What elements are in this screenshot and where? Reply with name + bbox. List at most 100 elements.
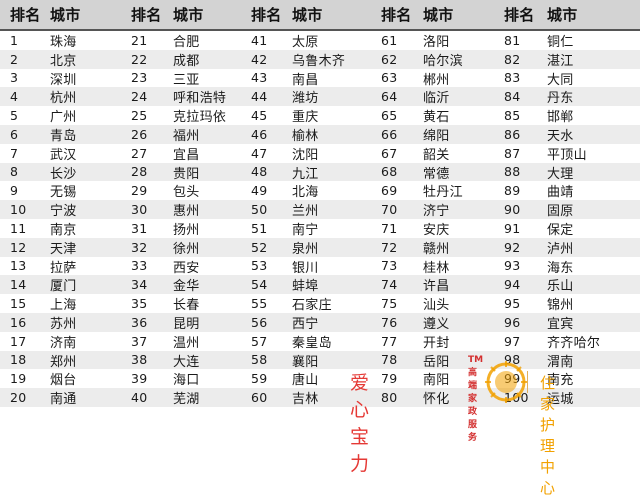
table-row: 7 武汉 27 宜昌 47 沈阳 67 韶关 87 平顶山 (0, 144, 640, 163)
city-cell: 苏州 (50, 316, 77, 332)
header-city-5: 城市 (547, 6, 578, 24)
rank-cell: 31 (131, 220, 148, 236)
rank-cell: 10 (10, 202, 27, 218)
table-row: 12 天津 32 徐州 52 泉州 72 赣州 92 泸州 (0, 237, 640, 257)
city-cell: 常德 (423, 166, 450, 182)
rank-cell: 39 (131, 371, 148, 387)
rank-cell: 77 (381, 333, 398, 349)
rank-cell: 43 (251, 70, 268, 86)
rank-cell: 76 (381, 314, 398, 330)
city-cell: 沈阳 (292, 147, 319, 163)
city-cell: 海东 (547, 260, 574, 276)
ranking-table: 排名 城市 排名 城市 排名 城市 排名 城市 排名 城市 1 珠海 21 合肥 41 太原 61 洛阳 81 铜仁… (0, 0, 640, 408)
header-city-2: 城市 (173, 6, 204, 24)
city-cell: 郴州 (423, 72, 450, 88)
city-cell: 济宁 (423, 204, 450, 220)
table-row: 5 广州 25 克拉玛依 45 重庆 65 黄石 85 邯郸 (0, 106, 640, 125)
city-cell: 榆林 (292, 128, 319, 144)
city-cell: 绵阳 (423, 128, 450, 144)
city-cell: 牡丹江 (423, 185, 463, 201)
city-cell: 惠州 (173, 204, 200, 220)
rank-cell: 51 (251, 220, 268, 236)
city-cell: 无锡 (50, 185, 77, 201)
city-cell: 青岛 (50, 128, 77, 144)
city-cell: 南宁 (292, 222, 319, 238)
city-cell: 开封 (423, 335, 450, 351)
rank-cell: 40 (131, 390, 148, 406)
city-cell: 西宁 (292, 316, 319, 332)
table-row: 4 杭州 24 呼和浩特 44 潍坊 64 临沂 84 丹东 (0, 87, 640, 106)
rank-cell: 45 (251, 108, 268, 124)
rank-cell: 17 (10, 333, 27, 349)
city-cell: 南阳 (423, 373, 450, 389)
rank-cell: 97 (504, 333, 521, 349)
rank-cell: 74 (381, 277, 398, 293)
rank-cell: 26 (131, 126, 148, 142)
city-cell: 南京 (50, 222, 77, 238)
rank-cell: 62 (381, 51, 398, 67)
city-cell: 蚌埠 (292, 279, 319, 295)
rank-cell: 9 (10, 183, 19, 199)
rank-cell: 90 (504, 202, 521, 218)
rank-cell: 15 (10, 296, 27, 312)
city-cell: 秦皇岛 (292, 335, 332, 351)
rank-cell: 75 (381, 296, 398, 312)
city-cell: 扬州 (173, 222, 200, 238)
rank-cell: 24 (131, 89, 148, 105)
city-cell: 遵义 (423, 316, 450, 332)
city-cell: 克拉玛依 (173, 110, 227, 126)
rank-cell: 2 (10, 51, 19, 67)
city-cell: 长沙 (50, 166, 77, 182)
rank-cell: 37 (131, 333, 148, 349)
city-cell: 湛江 (547, 53, 574, 69)
rank-cell: 4 (10, 89, 19, 105)
rank-cell: 34 (131, 277, 148, 293)
city-cell: 拉萨 (50, 260, 77, 276)
rank-cell: 81 (504, 32, 521, 48)
city-cell: 宜宾 (547, 316, 574, 332)
rank-cell: 7 (10, 145, 19, 161)
city-cell: 银川 (292, 260, 319, 276)
rank-cell: 68 (381, 164, 398, 180)
header-rank-5: 排名 (504, 6, 535, 24)
city-cell: 上海 (50, 298, 77, 314)
rank-cell: 65 (381, 108, 398, 124)
city-cell: 泸州 (547, 241, 574, 257)
rank-cell: 27 (131, 145, 148, 161)
city-cell: 北京 (50, 53, 77, 69)
rank-cell: 79 (381, 371, 398, 387)
city-cell: 赣州 (423, 241, 450, 257)
rank-cell: 30 (131, 202, 148, 218)
city-cell: 齐齐哈尔 (547, 335, 601, 351)
rank-cell: 19 (10, 371, 27, 387)
rank-cell: 14 (10, 277, 27, 293)
city-cell: 岳阳 (423, 354, 450, 370)
city-cell: 三亚 (173, 72, 200, 88)
rank-cell: 25 (131, 108, 148, 124)
header-rank-4: 排名 (381, 6, 412, 24)
city-cell: 宁波 (50, 204, 77, 220)
city-cell: 温州 (173, 335, 200, 351)
rank-cell: 53 (251, 258, 268, 274)
city-cell: 大同 (547, 72, 574, 88)
city-cell: 乐山 (547, 279, 574, 295)
rank-cell: 93 (504, 258, 521, 274)
rank-cell: 73 (381, 258, 398, 274)
city-cell: 临沂 (423, 91, 450, 107)
rank-cell: 50 (251, 202, 268, 218)
rank-cell: 1 (10, 32, 19, 48)
city-cell: 大连 (173, 354, 200, 370)
table-header: 排名 城市 排名 城市 排名 城市 排名 城市 排名 城市 (0, 0, 640, 31)
city-cell: 运城 (547, 392, 574, 408)
rank-cell: 42 (251, 51, 268, 67)
city-cell: 昆明 (173, 316, 200, 332)
city-cell: 南充 (547, 373, 574, 389)
rank-cell: 70 (381, 202, 398, 218)
rank-cell: 35 (131, 296, 148, 312)
header-city-1: 城市 (50, 6, 81, 24)
table-row: 2 北京 22 成都 42 乌鲁木齐 62 哈尔滨 82 湛江 (0, 49, 640, 69)
city-cell: 深圳 (50, 72, 77, 88)
city-cell: 乌鲁木齐 (292, 53, 346, 69)
city-cell: 固原 (547, 204, 574, 220)
rank-cell: 87 (504, 145, 521, 161)
